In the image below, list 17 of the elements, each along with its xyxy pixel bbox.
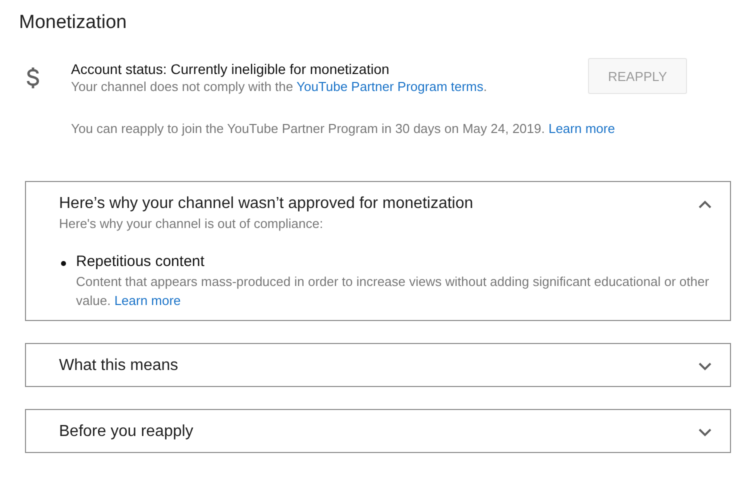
panel-title[interactable]: Here’s why your channel wasn’t approved for monetization: [59, 195, 474, 213]
reapply-note: You can reapply to join the YouTube Partner Program in 30 days on May 24, 2019. Learn more: [71, 120, 616, 138]
reason-title: Repetitious content: [76, 253, 206, 270]
chevron-down-icon[interactable]: [698, 428, 712, 436]
panel-title[interactable]: What this means: [59, 357, 178, 375]
chevron-up-icon[interactable]: [698, 200, 712, 208]
panel-title[interactable]: Before you reapply: [59, 423, 194, 441]
panel-subtitle: Here's why your channel is out of compliance:: [59, 215, 324, 233]
reason-description: Content that appears mass-produced in order to increase views without adding significant educational or other value. Learn more: [76, 273, 710, 310]
learn-more-link[interactable]: Learn more: [548, 121, 615, 136]
page-title: Monetization: [19, 12, 128, 34]
chevron-down-icon[interactable]: [698, 362, 712, 370]
bullet-icon: [61, 261, 66, 266]
learn-more-link[interactable]: Learn more: [114, 293, 181, 308]
status-note: Your channel does not comply with the YouTube Partner Program terms.: [71, 78, 488, 96]
partner-terms-link[interactable]: YouTube Partner Program terms: [296, 79, 484, 94]
account-status: Account status: Currently ineligible for monetization: [71, 61, 390, 77]
